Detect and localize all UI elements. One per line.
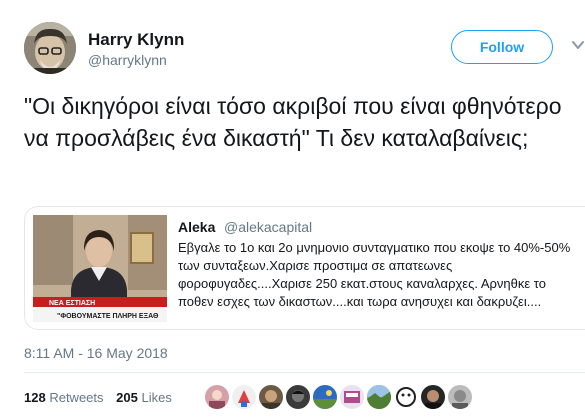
retweets-stat[interactable]: 128 Retweets [24,390,104,405]
likes-label: Likes [141,390,172,405]
retweets-count: 128 [24,390,46,405]
liker-avatar[interactable] [393,384,419,410]
follow-button[interactable]: Follow [451,30,553,64]
liker-avatar[interactable] [312,384,338,410]
tweet-stats: 128 Retweets 205 Likes [24,390,181,405]
liker-avatar-image [367,385,391,409]
likes-stat[interactable]: 205 Likes [116,390,172,405]
avatar-photo [24,22,76,74]
liker-avatar-image [425,390,441,409]
liker-avatar-image [452,390,468,409]
liker-avatar-image [209,390,225,409]
liker-avatar[interactable] [285,384,311,410]
quoted-author-handle: @alekacapital [224,219,313,235]
liker-avatar-image [396,387,416,407]
liker-avatar[interactable] [366,384,392,410]
chevron-down-icon[interactable] [571,38,585,52]
liker-avatar[interactable] [447,384,473,410]
likes-count: 205 [116,390,138,405]
tweet-text: "Οι δικηγόροι είναι τόσο ακριβοί που είν… [24,93,562,151]
media-caption-text: "ΦΟΒΟΥΜΑΣΤΕ ΠΛΗΡΗ ΕΞΑΘ [57,313,159,320]
tweet-timestamp[interactable]: 8:11 AM - 16 May 2018 [24,345,168,361]
divider [24,372,585,373]
liker-avatar-image [292,390,304,402]
liker-avatar-image [262,390,280,409]
liker-avatar[interactable] [258,384,284,410]
media-ticker-text: ΝΕΑ ΕΣΤΙΑΣΗ [49,300,95,307]
retweets-label: Retweets [49,390,104,405]
liker-avatar[interactable] [231,384,257,410]
liker-avatar-image [238,390,250,407]
author-name[interactable]: Harry Klynn [88,30,184,50]
liker-avatar-image [313,390,337,409]
liker-avatar[interactable] [339,384,365,410]
liker-avatar[interactable] [420,384,446,410]
quoted-tweet[interactable]: ΝΕΑ ΕΣΤΙΑΣΗ "ΦΟΒΟΥΜΑΣΤΕ ΠΛΗΡΗ ΕΞΑΘ Aleka… [24,206,585,330]
quoted-author-name: Aleka [178,219,216,235]
news-anchor-image: ΝΕΑ ΕΣΤΙΑΣΗ "ΦΟΒΟΥΜΑΣΤΕ ΠΛΗΡΗ ΕΞΑΘ [33,215,167,322]
author-avatar[interactable] [24,22,76,74]
liker-avatar[interactable] [204,384,230,410]
liker-avatar-image [344,391,360,403]
quoted-tweet-text: Εβγαλε το 1ο και 2ο μνημονιο συνταγματικ… [178,240,571,309]
author-handle[interactable]: @harryklynn [88,52,167,68]
quoted-media-thumbnail[interactable]: ΝΕΑ ΕΣΤΙΑΣΗ "ΦΟΒΟΥΜΑΣΤΕ ΠΛΗΡΗ ΕΞΑΘ [33,215,167,322]
